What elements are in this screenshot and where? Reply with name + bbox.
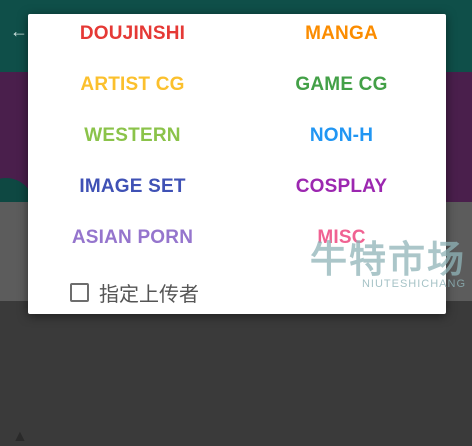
category-grid: DOUJINSHI MANGA ARTIST CG GAME CG WESTER… bbox=[28, 14, 446, 269]
category-filter-dialog: DOUJINSHI MANGA ARTIST CG GAME CG WESTER… bbox=[28, 14, 446, 314]
category-western[interactable]: WESTERN bbox=[28, 116, 237, 156]
uploader-checkbox[interactable] bbox=[70, 282, 89, 302]
category-non-h[interactable]: NON-H bbox=[237, 116, 446, 156]
category-misc[interactable]: MISC bbox=[237, 218, 446, 258]
category-artist-cg[interactable]: ARTIST CG bbox=[28, 65, 237, 105]
back-icon: ← bbox=[10, 21, 28, 41]
category-manga[interactable]: MANGA bbox=[237, 14, 446, 54]
category-doujinshi[interactable]: DOUJINSHI bbox=[28, 14, 237, 54]
category-game-cg[interactable]: GAME CG bbox=[237, 65, 446, 105]
uploader-checkbox-label: 指定上传者 bbox=[99, 281, 199, 306]
category-asian-porn[interactable]: ASIAN PORN bbox=[28, 218, 237, 258]
category-image-set[interactable]: IMAGE SET bbox=[28, 167, 237, 207]
uploader-checkbox-row[interactable]: 指定上传者 bbox=[70, 277, 199, 307]
up-arrow-icon: ▲ bbox=[12, 428, 28, 445]
category-cosplay[interactable]: COSPLAY bbox=[237, 167, 446, 207]
